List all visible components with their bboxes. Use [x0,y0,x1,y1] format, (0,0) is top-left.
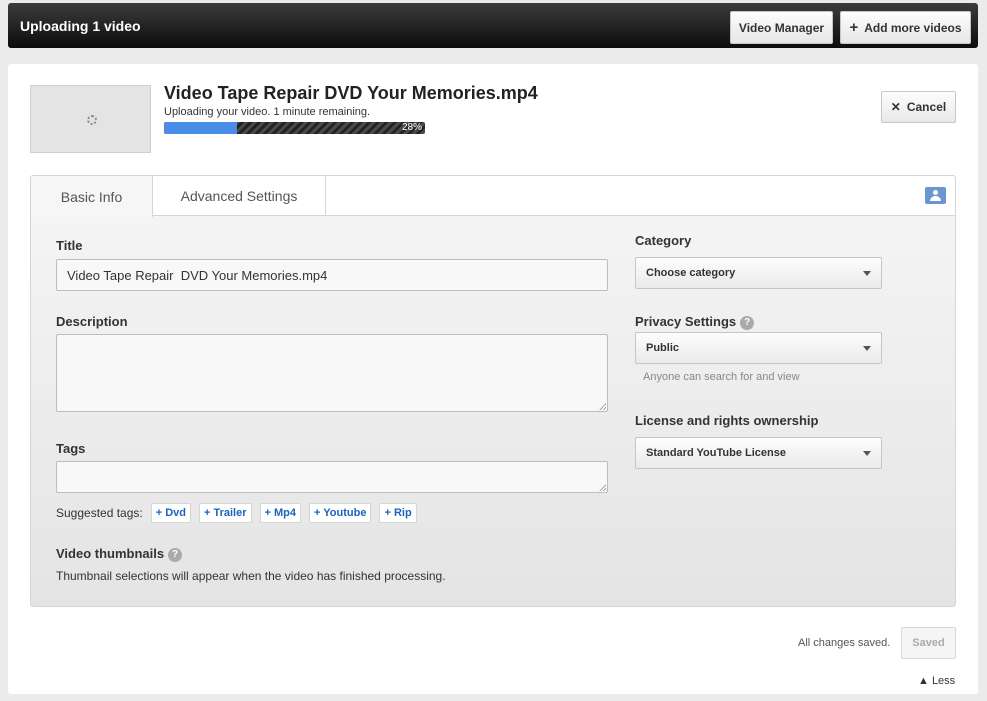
cancel-button[interactable]: ✕ Cancel [881,91,956,123]
add-more-videos-label: Add more videos [864,20,962,35]
category-label: Category [635,233,692,248]
less-toggle-link[interactable]: ▲ Less [918,675,955,687]
title-input[interactable] [56,259,608,291]
upload-progress-fill [164,122,238,134]
upload-card: Video Tape Repair DVD Your Memories.mp4 … [8,64,978,694]
description-label: Description [56,314,128,329]
saved-button: Saved [901,627,956,659]
loading-spinner-icon [87,115,97,125]
upload-header-title: Uploading 1 video [20,18,141,34]
upload-progress-percent: 28% [401,122,422,133]
tab-advanced-settings[interactable]: Advanced Settings [153,176,326,216]
privacy-settings-label: Privacy Settings [635,314,737,329]
suggested-tags-label: Suggested tags: [56,506,143,520]
privacy-hint: Anyone can search for and view [643,371,800,383]
suggested-tag-youtube[interactable]: + Youtube [309,503,372,523]
save-status-text: All changes saved. [798,637,891,649]
video-thumbnails-heading: Video thumbnails? [56,546,183,562]
video-file-title: Video Tape Repair DVD Your Memories.mp4 [164,83,538,103]
category-value: Choose category [646,267,736,279]
video-thumbnail-placeholder [30,85,151,153]
privacy-value: Public [646,342,680,354]
description-textarea[interactable] [56,334,608,412]
close-icon: ✕ [890,100,901,114]
resize-handle-icon[interactable] [599,403,606,410]
help-icon[interactable]: ? [740,316,755,330]
tags-label: Tags [56,441,86,456]
video-manager-button[interactable]: Video Manager [730,11,833,44]
license-label: License and rights ownership [635,413,819,428]
suggested-tag-mp4[interactable]: + Mp4 [259,503,301,523]
suggested-tag-trailer[interactable]: + Trailer [199,503,252,523]
suggested-tags: Suggested tags: + Dvd + Trailer + Mp4 + … [56,503,417,523]
cancel-label: Cancel [906,100,947,114]
tab-basic-info[interactable]: Basic Info [31,176,153,217]
video-thumbnails-note: Thumbnail selections will appear when th… [56,569,446,583]
upload-progress-bar: 28% [164,122,425,134]
chevron-down-icon [863,346,871,351]
plus-icon: + [849,19,859,36]
tab-bar: Basic Info Advanced Settings [31,176,955,217]
help-icon[interactable]: ? [168,548,183,562]
add-more-videos-button[interactable]: + Add more videos [840,11,971,44]
user-icon[interactable] [925,187,946,204]
upload-header-bar: Uploading 1 video Video Manager + Add mo… [8,3,978,48]
privacy-settings-heading: Privacy Settings? [635,314,755,330]
resize-handle-icon[interactable] [599,484,606,491]
suggested-tag-rip[interactable]: + Rip [379,503,417,523]
license-value: Standard YouTube License [646,447,786,459]
license-dropdown[interactable]: Standard YouTube License [635,437,882,469]
chevron-down-icon [863,451,871,456]
video-thumbnails-label: Video thumbnails [56,546,165,561]
upload-status-text: Uploading your video. 1 minute remaining… [164,106,371,118]
chevron-down-icon [863,271,871,276]
suggested-tag-dvd[interactable]: + Dvd [150,503,191,523]
title-label: Title [56,238,83,253]
tags-input[interactable] [56,461,608,493]
video-details-panel: Basic Info Advanced Settings Title Descr… [30,175,956,607]
category-dropdown[interactable]: Choose category [635,257,882,289]
privacy-dropdown[interactable]: Public [635,332,882,364]
